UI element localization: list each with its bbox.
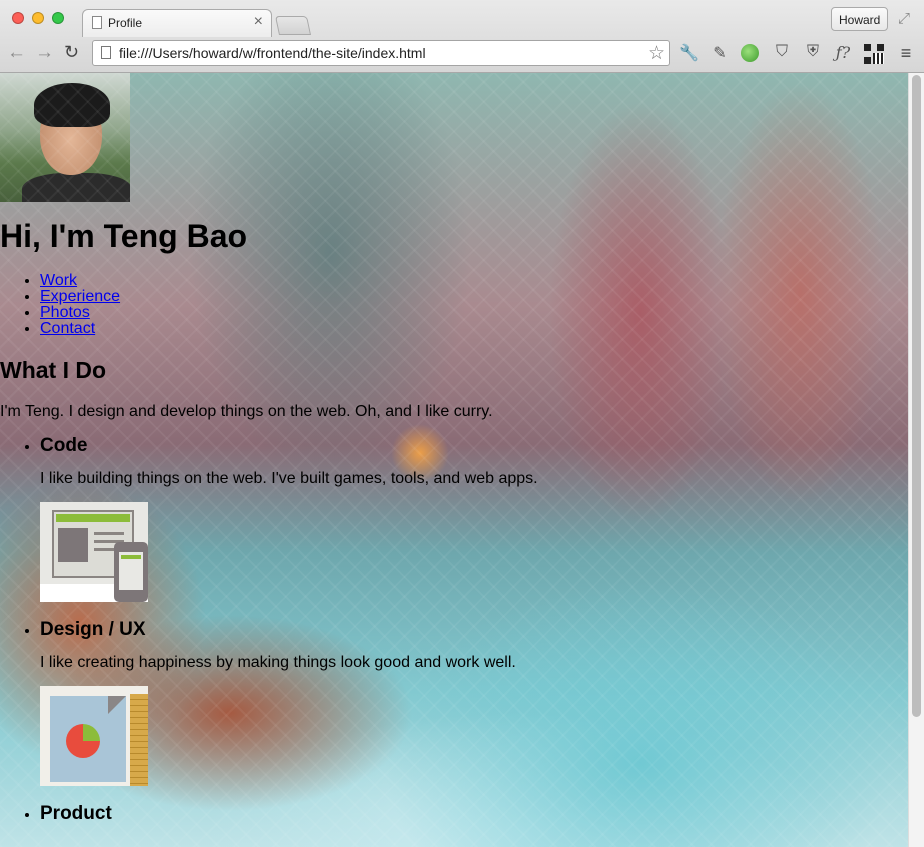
- formula-icon[interactable]: ƒ?: [833, 43, 853, 62]
- avatar: [0, 73, 130, 202]
- site-nav: Work Experience Photos Contact: [0, 273, 120, 337]
- qr-code-icon[interactable]: [864, 44, 884, 64]
- url-text[interactable]: file:///Users/howard/w/frontend/the-site…: [119, 45, 426, 61]
- skill-item-design: Design / UX I like creating happiness by…: [40, 618, 900, 786]
- fullscreen-icon[interactable]: ⤢: [898, 10, 910, 27]
- tab-title: Profile: [108, 16, 143, 30]
- skill-title: Design / UX: [40, 619, 146, 640]
- section-title: What I Do: [0, 357, 107, 383]
- code-illustration: [40, 502, 148, 602]
- vertical-scrollbar[interactable]: [908, 73, 924, 847]
- nav-link-contact[interactable]: Contact: [40, 320, 95, 337]
- scrollbar-thumb[interactable]: [912, 75, 921, 717]
- intro-text: I'm Teng. I design and develop things on…: [0, 403, 493, 420]
- nav-link-experience[interactable]: Experience: [40, 288, 120, 305]
- forward-button[interactable]: →: [35, 42, 54, 64]
- skills-list: Code I like building things on the web. …: [0, 434, 900, 826]
- evernote-icon[interactable]: ✎: [710, 43, 730, 63]
- page-viewport: Hi, I'm Teng Bao Work Experience Photos …: [0, 73, 908, 847]
- minimize-window-button[interactable]: [32, 12, 44, 24]
- design-illustration: [40, 686, 148, 786]
- bookmark-star-icon[interactable]: ☆: [648, 42, 665, 65]
- browser-chrome: Profile × Howard ⤢ ← → ↻ file:///Users/h…: [0, 0, 924, 73]
- nav-item: Work: [40, 273, 120, 289]
- maximize-window-button[interactable]: [52, 12, 64, 24]
- browser-tab[interactable]: Profile ×: [82, 9, 272, 37]
- close-window-button[interactable]: [12, 12, 24, 24]
- wrench-icon[interactable]: 🔧: [679, 43, 699, 63]
- profile-button[interactable]: Howard: [831, 7, 889, 31]
- nav-link-work[interactable]: Work: [40, 272, 77, 289]
- back-button[interactable]: ←: [7, 42, 26, 64]
- skill-description: I like building things on the web. I've …: [40, 470, 538, 487]
- ublock-icon[interactable]: ⛨: [803, 43, 823, 61]
- window-controls: [12, 12, 64, 24]
- page-icon: [101, 46, 111, 59]
- nav-item: Contact: [40, 321, 120, 337]
- page-title: Hi, I'm Teng Bao: [0, 218, 248, 254]
- skill-item-product: Product: [40, 802, 900, 826]
- toolbar: ← → ↻ file:///Users/howard/w/frontend/th…: [0, 38, 924, 70]
- nav-item: Photos: [40, 305, 120, 321]
- skill-description: I like creating happiness by making thin…: [40, 654, 516, 671]
- avatar-hair: [34, 83, 110, 127]
- new-tab-button[interactable]: [274, 16, 312, 35]
- globe-icon[interactable]: [741, 44, 759, 62]
- reload-button[interactable]: ↻: [64, 42, 79, 63]
- skill-title: Product: [40, 803, 112, 824]
- tab-close-icon[interactable]: ×: [254, 13, 263, 31]
- page-icon: [92, 16, 102, 29]
- pocket-icon[interactable]: ⛉: [772, 43, 792, 61]
- nav-item: Experience: [40, 289, 120, 305]
- avatar-shirt: [22, 173, 130, 202]
- nav-link-photos[interactable]: Photos: [40, 304, 90, 321]
- menu-icon[interactable]: ≡: [896, 43, 916, 64]
- skill-item-code: Code I like building things on the web. …: [40, 434, 900, 602]
- skill-title: Code: [40, 435, 88, 456]
- address-bar[interactable]: file:///Users/howard/w/frontend/the-site…: [92, 40, 670, 66]
